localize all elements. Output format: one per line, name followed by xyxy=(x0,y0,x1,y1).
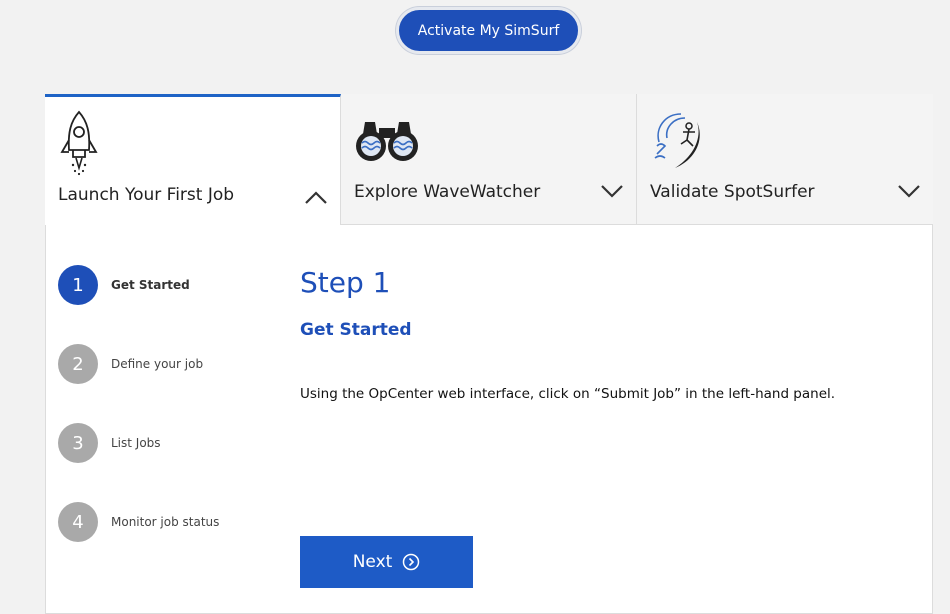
chevron-up-icon xyxy=(305,191,327,204)
tab-label: Validate SpotSurfer xyxy=(650,182,815,202)
step-list-jobs[interactable]: 3 List Jobs xyxy=(58,423,288,463)
step-number-badge: 4 xyxy=(58,502,98,542)
step-monitor-job-status[interactable]: 4 Monitor job status xyxy=(58,502,288,542)
step-label: Monitor job status xyxy=(111,515,220,529)
step-instructions: Using the OpCenter web interface, click … xyxy=(300,386,836,402)
next-button[interactable]: Next xyxy=(300,536,473,588)
tab-launch-first-job[interactable]: Launch Your First Job xyxy=(45,94,341,225)
tab-label: Explore WaveWatcher xyxy=(354,182,541,202)
binoculars-icon xyxy=(356,122,418,161)
chevron-down-icon xyxy=(601,185,623,198)
step-define-job[interactable]: 2 Define your job xyxy=(58,344,288,384)
step-label: List Jobs xyxy=(111,436,161,450)
surfer-icon xyxy=(654,113,700,168)
tab-bar: Launch Your First Job Explore WaveWatche… xyxy=(45,94,933,225)
step-number-badge: 2 xyxy=(58,344,98,384)
step-number-badge: 3 xyxy=(58,423,98,463)
step-subtitle: Get Started xyxy=(300,320,412,340)
tab-validate-spotsurfer[interactable]: Validate SpotSurfer xyxy=(637,94,933,225)
activate-simsurf-button[interactable]: Activate My SimSurf xyxy=(396,7,581,54)
step-label: Define your job xyxy=(111,357,204,371)
next-button-label: Next xyxy=(352,552,393,572)
step-title: Step 1 xyxy=(300,266,391,299)
step-get-started[interactable]: 1 Get Started xyxy=(58,265,288,305)
chevron-down-icon xyxy=(898,185,920,198)
tab-label: Launch Your First Job xyxy=(58,185,235,205)
tab-explore-wavewatcher[interactable]: Explore WaveWatcher xyxy=(341,94,637,225)
rocket-icon xyxy=(60,110,98,176)
step-label: Get Started xyxy=(111,278,190,292)
step-number-badge: 1 xyxy=(58,265,98,305)
arrow-circle-right-icon xyxy=(403,553,420,571)
